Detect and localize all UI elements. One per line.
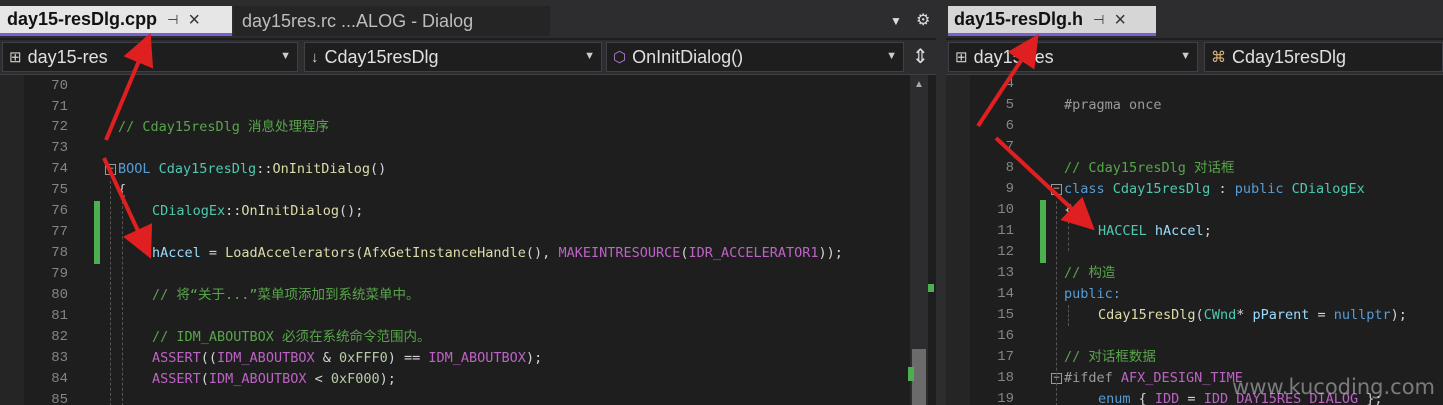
change-bar: [94, 243, 100, 264]
code-line: 5 #pragma once: [1005, 97, 1162, 113]
code-line: 13 // 构造: [997, 265, 1116, 281]
tab-rc-dialog[interactable]: day15res.rc ...ALOG - Dialog: [234, 6, 550, 36]
code-line: 78 hAccel = LoadAccelerators(AfxGetInsta…: [0, 243, 936, 264]
change-bar: [1040, 242, 1046, 263]
collapse-icon[interactable]: −: [105, 164, 116, 175]
code-line: 17 // 对话框数据: [997, 349, 1156, 365]
project-dropdown[interactable]: ⊞ day15-res ▼: [948, 42, 1198, 72]
project-name: day15-res: [27, 46, 108, 67]
code-line: 16: [997, 328, 1014, 344]
collapse-icon[interactable]: −: [1051, 184, 1062, 195]
code-line: 9 − class Cday15resDlg : public CDialogE…: [1005, 181, 1365, 197]
code-line: 76 CDialogEx::OnInitDialog();: [0, 201, 936, 222]
change-bar: [1040, 200, 1046, 221]
scope-guide: [1056, 201, 1057, 405]
code-line: 73: [51, 140, 68, 156]
tab-label: day15res.rc ...ALOG - Dialog: [242, 10, 474, 31]
close-icon[interactable]: ×: [1114, 10, 1126, 30]
code-editor-cpp[interactable]: 70 71 72 // Cday15resDlg 消息处理程序 73 74 − …: [0, 75, 936, 405]
tab-label: day15-resDlg.h: [954, 9, 1084, 29]
code-line: 82 // IDM_ABOUTBOX 必须在系统命令范围内。: [51, 329, 431, 345]
code-line: 75 {: [51, 182, 127, 198]
gear-icon[interactable]: ⚙: [916, 10, 930, 30]
code-line: 74 − BOOL Cday15resDlg::OnInitDialog(): [51, 161, 387, 177]
indent-guide: [1068, 221, 1069, 251]
split-icon[interactable]: ⇕: [912, 44, 929, 69]
right-editor-pane: day15-resDlg.h ⊣ × ⊞ day15-res ▼ ⌘ Cday1…: [946, 0, 1443, 405]
vertical-scrollbar[interactable]: ▲: [908, 75, 934, 405]
indent-guide: [1068, 305, 1069, 326]
scroll-up-icon[interactable]: ▲: [910, 79, 928, 90]
code-line: 70: [51, 78, 68, 94]
code-line: 8 // Cday15resDlg 对话框: [1005, 160, 1235, 176]
code-line: 12: [946, 242, 1443, 263]
project-name: day15-res: [973, 46, 1054, 67]
project-icon: ⊞: [9, 49, 22, 66]
code-line: 6: [1005, 118, 1014, 134]
code-line: 80 // 将“关于...”菜单项添加到系统菜单中。: [51, 287, 420, 303]
dropdown-icon[interactable]: ▼: [890, 14, 902, 28]
close-icon[interactable]: ×: [188, 10, 200, 30]
left-navigation-bar: ⊞ day15-res ▼ ↓ Cday15resDlg ▼ ⬡ OnInitD…: [0, 40, 936, 75]
dropdown-icon: ▼: [280, 50, 291, 62]
scope-arrow-icon: ↓: [311, 48, 319, 66]
left-editor-pane: day15-resDlg.cpp ⊣ × day15res.rc ...ALOG…: [0, 0, 936, 405]
code-line: 85: [51, 392, 68, 405]
dropdown-icon: ▼: [1180, 50, 1191, 62]
watermark: www.kucoding.com: [1232, 375, 1435, 399]
right-navigation-bar: ⊞ day15-res ▼ ⌘ Cday15resDlg: [946, 40, 1443, 75]
code-line: 14 public:: [997, 286, 1121, 302]
tab-cpp[interactable]: day15-resDlg.cpp ⊣ ×: [0, 6, 232, 36]
pane-splitter[interactable]: [936, 0, 946, 405]
right-tab-bar: day15-resDlg.h ⊣ ×: [946, 0, 1443, 38]
project-dropdown[interactable]: ⊞ day15-res ▼: [2, 42, 298, 72]
code-editor-header[interactable]: 4 5 #pragma once 6 7 8 // Cday15resDlg 对…: [946, 75, 1443, 405]
class-dropdown[interactable]: ↓ Cday15resDlg ▼: [304, 42, 602, 72]
change-bar: [1040, 221, 1046, 242]
change-bar: [94, 222, 100, 243]
change-bar: [94, 201, 100, 222]
pin-icon[interactable]: ⊣: [167, 12, 178, 28]
code-line: 79: [51, 266, 68, 282]
code-line: 11 HACCEL hAccel;: [946, 221, 1443, 242]
class-name: Cday15resDlg: [324, 46, 439, 67]
code-line: 7: [1005, 139, 1014, 155]
class-dropdown[interactable]: ⌘ Cday15resDlg: [1204, 42, 1443, 72]
code-line: 15 Cday15resDlg(CWnd* pParent = nullptr)…: [997, 307, 1407, 323]
tab-label: day15-resDlg.cpp: [7, 9, 158, 29]
scope-guide: [110, 181, 111, 405]
method-icon: ⬡: [613, 49, 627, 66]
code-line: 84 ASSERT(IDM_ABOUTBOX < 0xF000);: [51, 371, 396, 387]
indent-guide: [122, 201, 123, 405]
code-line: 71: [51, 99, 68, 115]
member-dropdown[interactable]: ⬡ OnInitDialog() ▼: [606, 42, 904, 72]
code-line: 81: [51, 308, 68, 324]
change-marker: [908, 367, 914, 381]
dropdown-icon: ▼: [584, 50, 595, 62]
dropdown-icon: ▼: [886, 50, 897, 62]
pin-icon[interactable]: ⊣: [1093, 12, 1104, 28]
code-line: 77: [0, 222, 936, 243]
code-line: 10 {: [946, 200, 1443, 221]
left-tab-bar: day15-resDlg.cpp ⊣ × day15res.rc ...ALOG…: [0, 0, 936, 38]
class-name: Cday15resDlg: [1232, 46, 1347, 67]
member-name: OnInitDialog(): [632, 46, 744, 67]
code-line: 83 ASSERT((IDM_ABOUTBOX & 0xFFF0) == IDM…: [51, 350, 543, 366]
scroll-thumb[interactable]: [912, 349, 926, 405]
tab-header[interactable]: day15-resDlg.h ⊣ ×: [948, 6, 1156, 36]
code-line: 4: [1005, 76, 1014, 92]
class-icon: ⌘: [1211, 49, 1226, 66]
project-icon: ⊞: [955, 49, 968, 66]
code-line: 72 // Cday15resDlg 消息处理程序: [51, 119, 330, 135]
